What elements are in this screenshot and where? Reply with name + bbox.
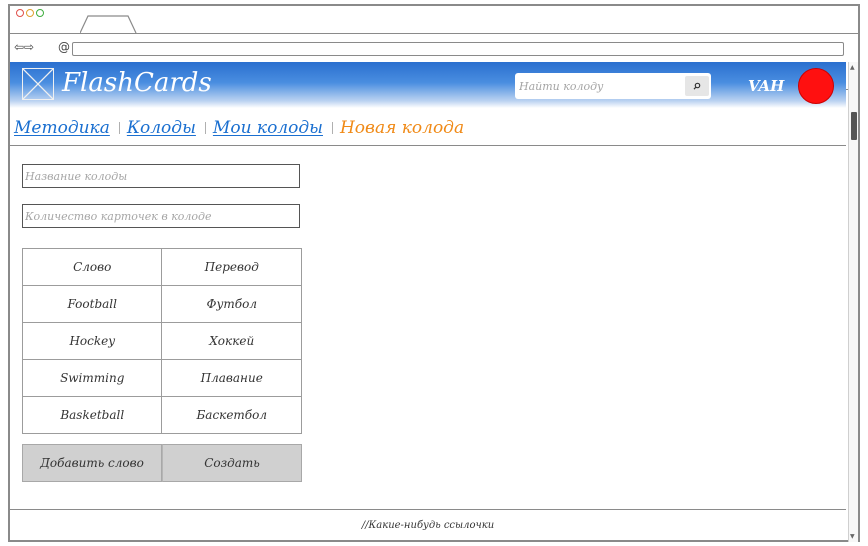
word-cell[interactable]: Hockey	[21, 322, 163, 360]
breadcrumb-divider	[10, 145, 846, 146]
browser-tab[interactable]	[80, 14, 138, 34]
window-controls	[16, 9, 44, 17]
table-row: Football Футбол	[21, 285, 302, 323]
address-bar: ⇦⇨ @	[10, 34, 858, 90]
table-row: Basketball Баскетбол	[21, 396, 302, 434]
title-bar	[10, 6, 858, 34]
table-row: Hockey Хоккей	[21, 322, 302, 360]
scroll-down-icon[interactable]: ▼	[850, 533, 855, 540]
scroll-thumb[interactable]	[851, 112, 857, 140]
footer: //Какие-нибудь ссылочки	[10, 510, 846, 540]
column-header-translation: Перевод	[161, 248, 302, 286]
site-info-icon: @	[58, 40, 70, 54]
search-input[interactable]	[515, 73, 683, 99]
logo-placeholder-icon[interactable]	[22, 68, 54, 100]
minimize-window-icon[interactable]	[26, 9, 34, 17]
form-actions: Добавить слово Создать	[22, 444, 302, 482]
word-cell[interactable]: Football	[21, 285, 163, 323]
breadcrumb: Методика Колоды Мои колоды Новая колода	[14, 118, 464, 138]
search-icon	[693, 82, 701, 90]
nav-arrows-icon[interactable]: ⇦⇨	[14, 40, 34, 54]
table-header-row: Слово Перевод	[21, 248, 302, 286]
create-deck-button[interactable]: Создать	[162, 444, 302, 482]
page-scrollbar[interactable]: ▲ ▼	[848, 62, 858, 542]
translation-cell[interactable]: Баскетбол	[161, 396, 302, 434]
maximize-window-icon[interactable]	[36, 9, 44, 17]
breadcrumb-separator	[331, 122, 333, 134]
url-input[interactable]	[72, 42, 844, 56]
footer-links-text[interactable]: //Какие-нибудь ссылочки	[362, 520, 494, 531]
breadcrumb-new-deck: Новая колода	[339, 118, 465, 138]
translation-cell[interactable]: Плавание	[161, 359, 302, 397]
table-row: Swimming Плавание	[21, 359, 302, 397]
deck-name-input[interactable]	[22, 164, 300, 188]
site-header: FlashCards VAH	[10, 62, 846, 108]
card-count-input[interactable]	[22, 204, 300, 228]
brand-title[interactable]: FlashCards	[62, 68, 212, 98]
scroll-up-icon[interactable]: ▲	[850, 64, 855, 71]
word-cell[interactable]: Basketball	[21, 396, 163, 434]
browser-window: ⇦⇨ @ FlashCards VAH ▲ ▼	[8, 4, 860, 542]
username-label[interactable]: VAH	[748, 77, 784, 95]
translation-cell[interactable]: Футбол	[161, 285, 302, 323]
breadcrumb-separator	[118, 122, 120, 134]
avatar[interactable]	[798, 68, 834, 104]
word-cell[interactable]: Swimming	[21, 359, 163, 397]
close-window-icon[interactable]	[16, 9, 24, 17]
search-button[interactable]	[685, 76, 709, 96]
translation-cell[interactable]: Хоккей	[161, 322, 302, 360]
words-table: Слово Перевод Football Футбол Hockey Хок…	[21, 248, 302, 434]
breadcrumb-separator	[204, 122, 206, 134]
column-header-word: Слово	[21, 248, 163, 286]
add-word-button[interactable]: Добавить слово	[22, 444, 162, 482]
breadcrumb-my-decks[interactable]: Мои колоды	[213, 118, 323, 138]
breadcrumb-decks[interactable]: Колоды	[127, 118, 196, 138]
search-box	[515, 73, 711, 99]
breadcrumb-methodology[interactable]: Методика	[14, 118, 110, 138]
